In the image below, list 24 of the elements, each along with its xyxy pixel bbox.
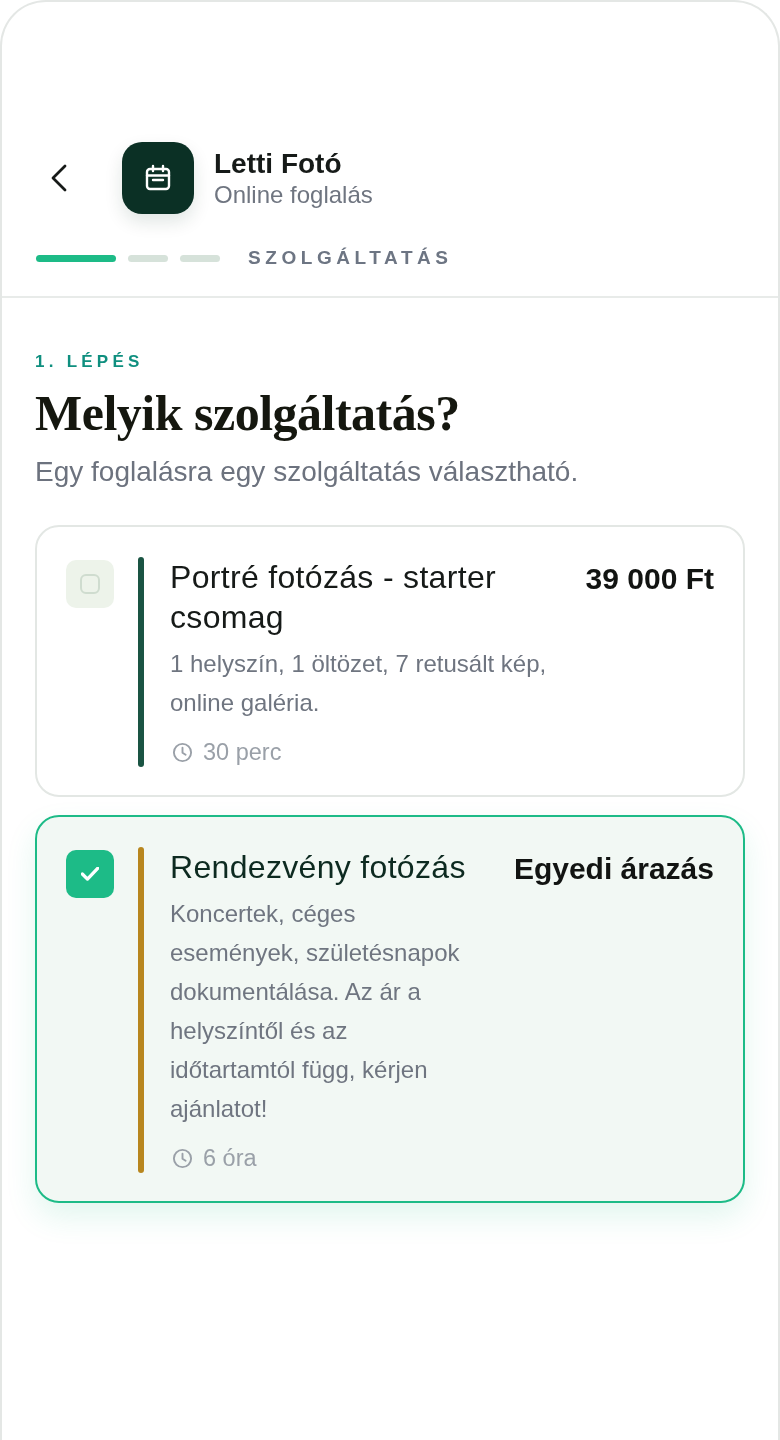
service-duration: 6 óra: [203, 1144, 257, 1173]
page-heading: Melyik szolgáltatás?: [35, 384, 461, 442]
checkbox[interactable]: [66, 850, 114, 898]
step-name: SZOLGÁLTATÁS: [248, 248, 453, 268]
clock-icon: [172, 741, 193, 763]
header-subtitle: Online foglalás: [214, 180, 373, 209]
checkbox[interactable]: [66, 560, 114, 608]
service-price: Egyedi árazás: [513, 851, 714, 887]
service-title: Portré fotózás - starter csomag: [170, 558, 497, 637]
service-card[interactable]: Portré fotózás - starter csomag 1 helyszín, 1 öltözet, 7 retusált kép, online galéria. 30 perc 39 000 Ft: [35, 525, 745, 797]
step-label: 1. LÉPÉS: [35, 351, 145, 373]
service-description: Koncertek, céges események, születésnapok dokumentálása. Az ár a helyszíntől és az időtartamtól függ, kérjen ajánlatot!: [170, 899, 461, 1124]
calendar-icon: [122, 142, 194, 214]
square-outline-icon: [80, 574, 100, 594]
service-price: 39 000 Ft: [585, 561, 714, 597]
checkmark-icon: [81, 867, 99, 881]
business-name: Letti Fotó: [214, 147, 343, 180]
chevron-left-icon: [49, 164, 67, 192]
service-duration: 30 perc: [203, 738, 282, 767]
service-card[interactable]: Rendezvény fotózás Koncertek, céges események, születésnapok dokumentálása. Az ár a helyszíntől és az időtartamtól függ, kérjen ajánlatot! 6 óra Egyedi árazás: [35, 815, 745, 1203]
service-description: 1 helyszín, 1 öltözet, 7 retusált kép, online galéria.: [170, 649, 548, 718]
page-subtitle: Egy foglalásra egy szolgáltatás választható.: [35, 455, 580, 489]
service-title: Rendezvény fotózás: [170, 848, 467, 887]
clock-icon: [172, 1147, 193, 1169]
